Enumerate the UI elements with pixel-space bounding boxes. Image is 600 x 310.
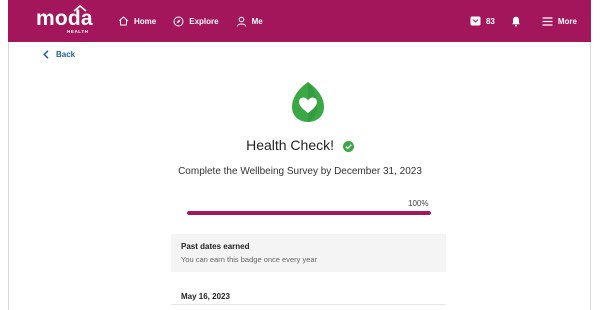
home-icon	[118, 16, 129, 26]
heart-leaf-icon	[292, 82, 324, 122]
progress-bar-fill	[187, 211, 431, 215]
moda-health-logo[interactable]: moda HEALTH	[36, 5, 94, 37]
nav-home-label: Home	[134, 16, 157, 26]
back-link[interactable]: Back	[43, 50, 75, 59]
badge-subtitle: Complete the Wellbeing Survey by Decembe…	[178, 166, 422, 177]
chevron-left-icon	[43, 50, 49, 59]
bell-icon	[511, 16, 520, 27]
more-label: More	[557, 16, 577, 26]
logo-text: moda	[36, 7, 93, 30]
list-item: May 16, 2023	[171, 272, 446, 305]
top-navigation-bar: moda HEALTH Home Explore Me 83 More	[8, 0, 591, 42]
right-nav: 83 More	[454, 0, 577, 42]
nav-explore[interactable]: Explore	[173, 16, 219, 27]
past-dates-description: You can earn this badge once every year	[181, 255, 318, 264]
progress-bar	[187, 211, 431, 215]
notifications-button[interactable]	[511, 16, 526, 27]
back-label: Back	[56, 50, 76, 59]
check-circle-icon	[342, 141, 354, 152]
compass-icon	[173, 16, 184, 26]
messages-count: 83	[485, 16, 495, 26]
message-icon	[470, 16, 481, 26]
past-dates-title: Past dates earned	[181, 242, 250, 251]
messages-button[interactable]: 83	[470, 16, 495, 26]
person-icon	[236, 16, 246, 27]
more-menu-button[interactable]: More	[542, 17, 577, 26]
earned-date: May 16, 2023	[181, 292, 230, 301]
badge-title: Health Check!	[246, 137, 335, 153]
nav-me-label: Me	[251, 16, 263, 26]
logo-subtext: HEALTH	[67, 29, 89, 34]
nav-me[interactable]: Me	[236, 16, 263, 27]
badge-title-row: Health Check!	[0, 137, 600, 153]
hamburger-menu-icon	[542, 16, 553, 26]
progress-percent: 100%	[408, 199, 429, 208]
main-nav: Home Explore Me	[118, 0, 280, 42]
past-dates-header: Past dates earned You can earn this badg…	[171, 234, 446, 272]
nav-explore-label: Explore	[189, 16, 219, 26]
nav-home[interactable]: Home	[118, 16, 156, 26]
